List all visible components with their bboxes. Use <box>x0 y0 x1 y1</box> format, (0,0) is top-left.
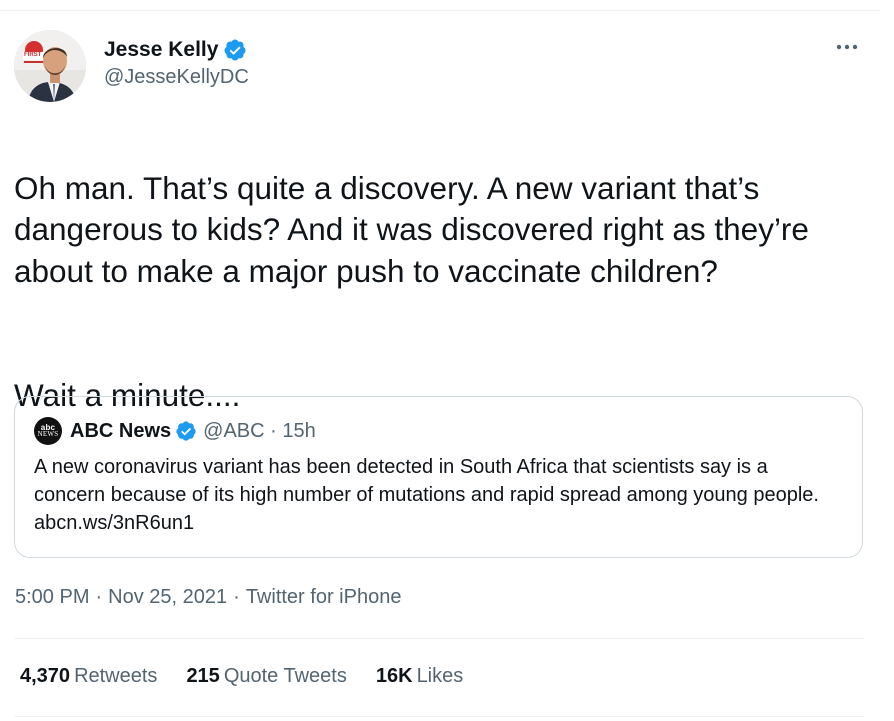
tweet: FIRST Jesse Kelly @JesseKellyDC Oh man. … <box>0 0 880 721</box>
author-avatar[interactable]: FIRST <box>14 30 86 102</box>
quote-tweets-stat[interactable]: 215 Quote Tweets <box>186 665 346 688</box>
tweet-metadata: 5:00 PM · Nov 25, 2021 · Twitter for iPh… <box>15 586 401 609</box>
meta-separator: · <box>95 586 103 608</box>
likes-label: Likes <box>416 665 464 687</box>
quoted-verified-badge-icon <box>176 421 196 441</box>
more-horizontal-icon <box>836 44 858 50</box>
abc-news-logo: abc NEWS <box>34 417 62 445</box>
name-row: Jesse Kelly <box>104 35 249 65</box>
author-display-name[interactable]: Jesse Kelly <box>104 38 218 62</box>
avatar-badge-text: FIRST <box>24 52 42 58</box>
abc-logo-bottom: NEWS <box>37 430 59 438</box>
tweet-text-paragraph-1: Oh man. That’s quite a discovery. A new … <box>14 169 809 289</box>
quoted-tweet-text: A new coronavirus variant has been detec… <box>34 456 819 534</box>
quoted-tweet-header: abc NEWS ABC News @ABC · 15h <box>34 417 316 445</box>
retweets-count: 4,370 <box>20 665 71 687</box>
quoted-display-name: ABC News <box>70 419 172 442</box>
retweets-stat[interactable]: 4,370 Retweets <box>20 665 157 688</box>
likes-count: 16K <box>375 665 413 687</box>
likes-stat[interactable]: 16K Likes <box>376 665 463 688</box>
verified-badge-icon <box>224 39 246 61</box>
tweet-source[interactable]: Twitter for iPhone <box>246 586 402 609</box>
meta-separator: · <box>233 586 240 608</box>
quote-tweets-count: 215 <box>186 665 220 687</box>
quoted-handle-time: @ABC · 15h <box>203 419 316 442</box>
author-handle[interactable]: @JesseKellyDC <box>104 66 249 89</box>
quoted-tweet-card[interactable]: abc NEWS ABC News @ABC · 15h A new coron… <box>14 396 863 558</box>
author-block: Jesse Kelly @JesseKellyDC <box>104 35 249 89</box>
more-options-button[interactable] <box>832 34 862 60</box>
meta-divider <box>14 638 864 639</box>
stats-divider <box>14 716 864 717</box>
retweets-label: Retweets <box>74 665 158 687</box>
quote-tweets-label: Quote Tweets <box>223 665 347 687</box>
tweet-time[interactable]: 5:00 PM <box>15 586 89 609</box>
tweet-stats: 4,370 Retweets 215 Quote Tweets 16K Likes <box>20 665 492 688</box>
tweet-date[interactable]: Nov 25, 2021 <box>108 586 227 609</box>
avatar-image <box>14 30 86 102</box>
